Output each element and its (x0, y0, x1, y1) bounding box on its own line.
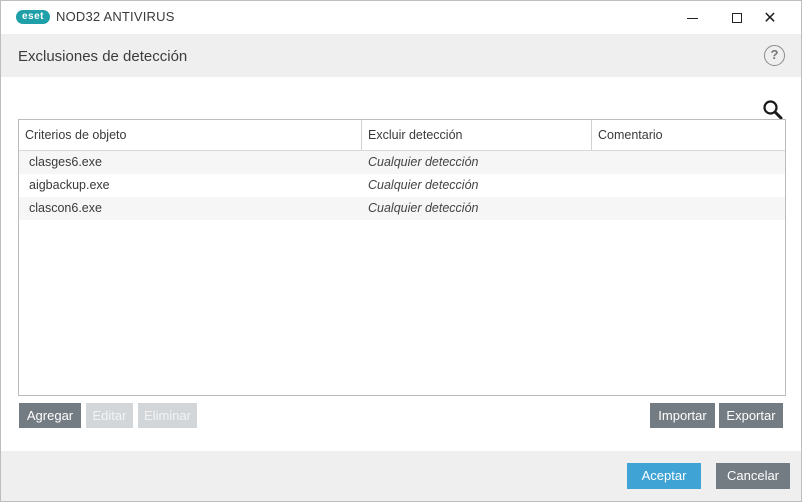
cell-object: aigbackup.exe (29, 178, 110, 192)
table-row[interactable]: clasges6.exe Cualquier detección (19, 151, 785, 174)
maximize-button[interactable] (722, 5, 752, 31)
page-title: Exclusiones de detección (18, 48, 188, 65)
minimize-icon (686, 17, 698, 19)
ok-button[interactable]: Aceptar (627, 463, 701, 489)
delete-button[interactable]: Eliminar (138, 403, 197, 428)
column-header-object[interactable]: Criterios de objeto (19, 120, 362, 150)
cell-detection: Cualquier detección (368, 178, 479, 192)
cell-detection: Cualquier detección (368, 201, 479, 215)
export-button[interactable]: Exportar (719, 403, 783, 428)
column-header-comment[interactable]: Comentario (592, 120, 785, 150)
cell-object: clascon6.exe (29, 201, 102, 215)
import-button[interactable]: Importar (650, 403, 715, 428)
edit-button[interactable]: Editar (86, 403, 133, 428)
cancel-button[interactable]: Cancelar (716, 463, 790, 489)
table-row[interactable]: clascon6.exe Cualquier detección (19, 197, 785, 220)
dialog-window: eset NOD32 ANTIVIRUS ✕ Exclusiones de de… (0, 0, 802, 502)
add-button[interactable]: Agregar (19, 403, 81, 428)
table-header: Criterios de objeto Excluir detección Co… (19, 120, 785, 151)
eset-logo: eset (16, 10, 50, 24)
table-row[interactable]: aigbackup.exe Cualquier detección (19, 174, 785, 197)
page-header: Exclusiones de detección ? (1, 34, 801, 77)
dialog-footer: Aceptar Cancelar (1, 451, 801, 501)
product-name: NOD32 ANTIVIRUS (56, 9, 175, 24)
minimize-button[interactable] (677, 5, 707, 31)
cell-detection: Cualquier detección (368, 155, 479, 169)
close-icon: ✕ (763, 10, 777, 27)
title-bar[interactable]: eset NOD32 ANTIVIRUS ✕ (1, 1, 801, 34)
maximize-icon (732, 13, 742, 23)
column-header-detection[interactable]: Excluir detección (362, 120, 592, 150)
help-icon[interactable]: ? (764, 45, 785, 66)
cell-object: clasges6.exe (29, 155, 102, 169)
close-button[interactable]: ✕ (755, 5, 785, 31)
exclusions-table: Criterios de objeto Excluir detección Co… (18, 119, 786, 396)
